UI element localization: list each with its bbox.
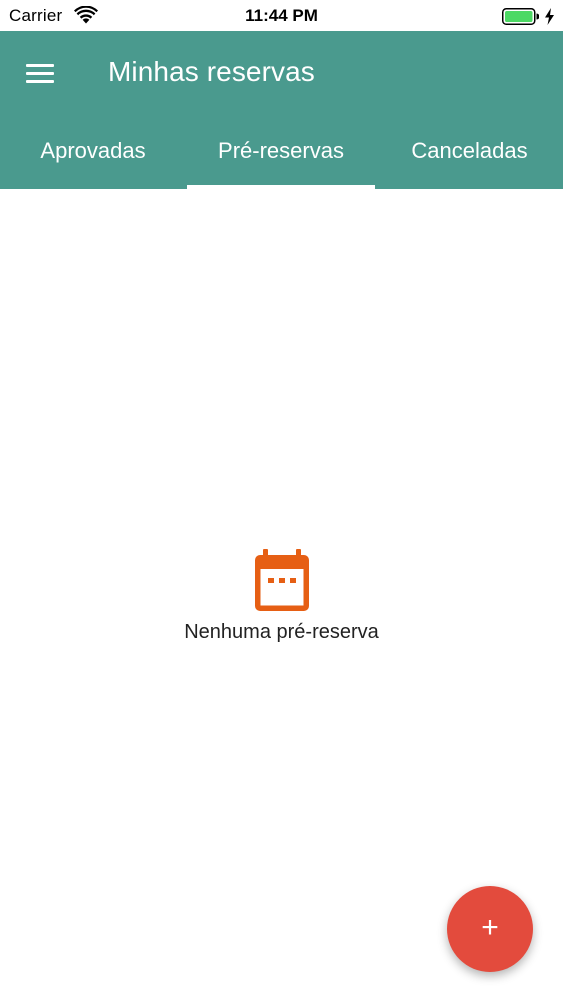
status-bar: Carrier 11:44 PM (0, 0, 563, 31)
screen: Carrier 11:44 PM Minhas reservas Aprovad… (0, 0, 563, 1000)
page-title: Minhas reservas (108, 56, 315, 87)
battery-icon (502, 8, 539, 25)
calendar-icon (254, 549, 309, 611)
plus-icon: + (481, 911, 499, 944)
charging-bolt-icon (545, 8, 554, 25)
selected-tab-indicator (187, 185, 375, 189)
app-bar: Minhas reservas Aprovadas Pré-reservas C… (0, 31, 563, 189)
tab-pre-reservas[interactable]: Pré-reservas (186, 127, 376, 189)
empty-state: Nenhuma pré-reserva (0, 549, 563, 644)
status-time: 11:44 PM (245, 6, 318, 25)
empty-state-message: Nenhuma pré-reserva (184, 621, 379, 643)
add-reservation-button[interactable]: + (447, 886, 533, 972)
tab-canceladas[interactable]: Canceladas (376, 127, 563, 189)
hamburger-menu-icon[interactable] (26, 62, 55, 84)
tab-aprovadas[interactable]: Aprovadas (0, 127, 186, 189)
tab-bar: Aprovadas Pré-reservas Canceladas (0, 127, 563, 189)
